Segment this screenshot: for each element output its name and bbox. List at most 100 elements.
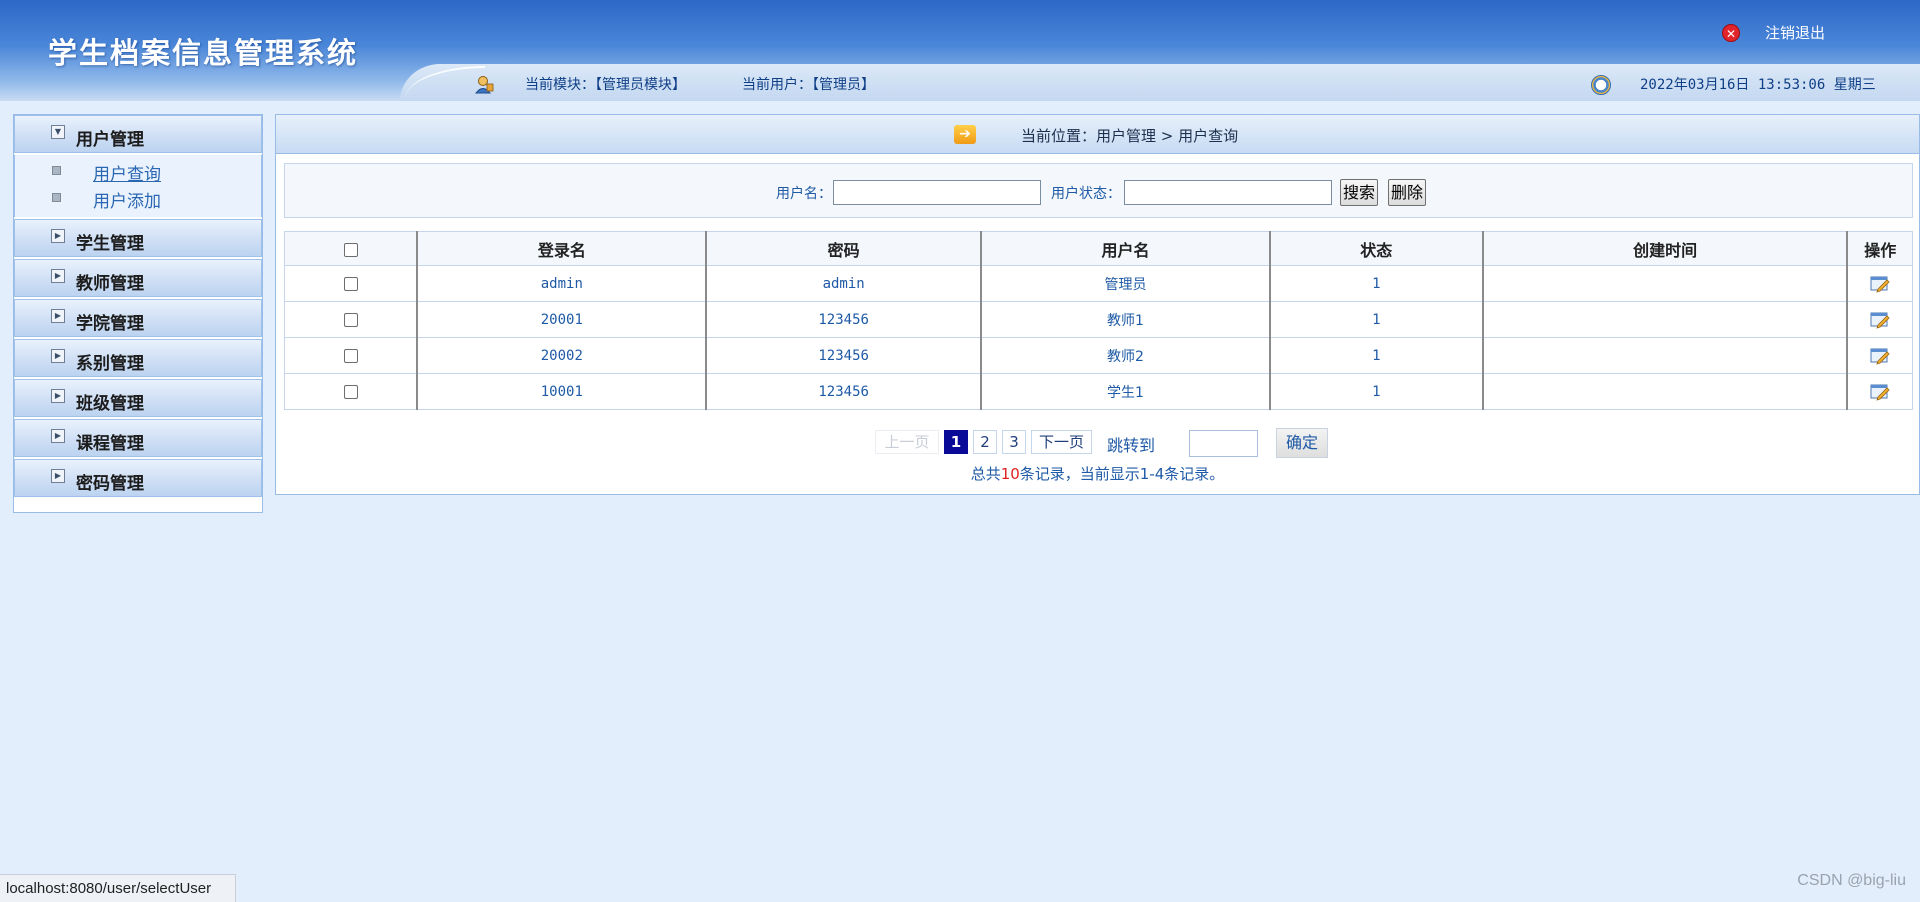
username-cell: 管理员 (980, 265, 1271, 302)
column-header: 用户名 (980, 231, 1271, 266)
status-cell: 1 (1268, 337, 1484, 374)
action-cell (1846, 373, 1914, 410)
column-header: 状态 (1268, 231, 1484, 266)
logout-button[interactable]: ✕ 注销退出 (1722, 22, 1825, 43)
user-status-input[interactable] (1124, 180, 1332, 205)
column-header: 密码 (705, 231, 982, 266)
action-cell (1846, 337, 1914, 374)
username-cell: 学生1 (980, 373, 1271, 410)
current-datetime: 2022年03月16日 13:53:06 星期三 (1640, 77, 1876, 93)
sidebar-group-student[interactable]: ▶ 学生管理 (14, 219, 262, 257)
sidebar-group-label[interactable]: 系别管理 (76, 349, 144, 374)
app-title: 学生档案信息管理系统 (48, 36, 359, 70)
edit-icon[interactable] (1870, 347, 1890, 365)
collapsed-arrow-icon[interactable]: ▶ (51, 309, 65, 323)
edit-icon[interactable] (1870, 311, 1890, 329)
password-cell: 123456 (705, 301, 982, 338)
table-row: admin admin 管理员 1 (284, 265, 1914, 302)
row-select-cell[interactable] (284, 373, 418, 410)
summary-prefix: 总共 (970, 465, 1001, 483)
user-module-icon (474, 76, 494, 94)
login-name-cell: admin (416, 265, 707, 302)
username-cell: 教师2 (980, 337, 1271, 374)
row-select-cell[interactable] (284, 337, 418, 374)
collapsed-arrow-icon[interactable]: ▶ (51, 229, 65, 243)
table-row: 10001 123456 学生1 1 (284, 373, 1914, 410)
login-name-cell: 20002 (416, 337, 707, 374)
sidebar-group-label[interactable]: 用户管理 (76, 125, 144, 150)
status-cell: 1 (1268, 373, 1484, 410)
watermark: CSDN @big-liu (1797, 872, 1906, 889)
sidebar-group-label[interactable]: 教师管理 (76, 269, 144, 294)
created-time-cell (1481, 373, 1848, 410)
row-select-cell[interactable] (284, 301, 418, 338)
collapsed-arrow-icon[interactable]: ▶ (51, 429, 65, 443)
confirm-button[interactable]: 确定 (1276, 428, 1328, 458)
page-button[interactable]: 1 (944, 430, 968, 454)
created-time-cell (1481, 337, 1848, 374)
close-icon[interactable]: ✕ (1722, 23, 1740, 42)
search-button[interactable]: 搜索 (1340, 179, 1379, 206)
row-checkbox[interactable] (343, 276, 358, 291)
row-select-cell[interactable] (284, 265, 418, 302)
current-module: 当前模块：【管理员模块】 (525, 77, 686, 93)
created-time-cell (1481, 265, 1848, 302)
page-button[interactable]: 3 (1002, 430, 1026, 454)
sidebar-group-teacher[interactable]: ▶ 教师管理 (14, 259, 262, 297)
summary-total: 10 (1000, 465, 1020, 483)
sidebar-item-label[interactable]: 用户查询 (93, 160, 161, 185)
sidebar-group-label[interactable]: 课程管理 (76, 429, 144, 454)
bullet-icon (52, 166, 61, 175)
password-cell: 123456 (705, 337, 982, 374)
jump-page-input[interactable] (1189, 430, 1258, 457)
sidebar-item-user-add[interactable]: 用户添加 (15, 185, 261, 212)
sidebar-item-user-query[interactable]: 用户查询 (15, 158, 261, 185)
row-checkbox[interactable] (343, 348, 358, 363)
user-table: 登录名 密码 用户名 状态 创建时间 操作 admin admin 管理员 1 (284, 231, 1914, 410)
edit-icon[interactable] (1870, 275, 1890, 293)
collapsed-arrow-icon[interactable]: ▶ (51, 389, 65, 403)
browser-status-bar: localhost:8080/user/selectUser (0, 874, 236, 902)
sidebar-group-department[interactable]: ▶ 系别管理 (14, 339, 262, 377)
location-bar: ➔ 当前位置：用户管理 > 用户查询 (276, 115, 1919, 154)
expanded-arrow-icon[interactable]: ▼ (51, 125, 65, 139)
sidebar-submenu-user: 用户查询 用户添加 (14, 155, 262, 217)
collapsed-arrow-icon[interactable]: ▶ (51, 469, 65, 483)
sidebar-group-course[interactable]: ▶ 课程管理 (14, 419, 262, 457)
collapsed-arrow-icon[interactable]: ▶ (51, 269, 65, 283)
row-checkbox[interactable] (343, 312, 358, 327)
row-checkbox[interactable] (343, 384, 358, 399)
action-cell (1846, 301, 1914, 338)
username-label: 用户名： (776, 186, 832, 202)
login-name-cell: 10001 (416, 373, 707, 410)
select-all-checkbox[interactable] (343, 242, 358, 257)
table-row: 20002 123456 教师2 1 (284, 337, 1914, 374)
page-button[interactable]: 2 (973, 430, 997, 454)
sidebar-group-password[interactable]: ▶ 密码管理 (14, 459, 262, 497)
sidebar: ▼ 用户管理 用户查询 用户添加 ▶ 学生管理 ▶ 教师管理 ▶ 学院管理 ▶ … (13, 114, 263, 513)
bullet-icon (52, 193, 61, 202)
next-page-button[interactable]: 下一页 (1031, 430, 1092, 454)
breadcrumb: 当前位置：用户管理 > 用户查询 (1021, 127, 1239, 145)
sidebar-group-label[interactable]: 班级管理 (76, 389, 144, 414)
collapsed-arrow-icon[interactable]: ▶ (51, 349, 65, 363)
username-cell: 教师1 (980, 301, 1271, 338)
select-all-header[interactable] (284, 231, 418, 266)
sidebar-group-college[interactable]: ▶ 学院管理 (14, 299, 262, 337)
prev-page-button[interactable]: 上一页 (875, 430, 939, 454)
sidebar-item-label[interactable]: 用户添加 (93, 187, 161, 212)
jump-to-label: 跳转到 (1107, 436, 1156, 455)
table-header-row: 登录名 密码 用户名 状态 创建时间 操作 (284, 231, 1914, 266)
sidebar-group-label[interactable]: 学生管理 (76, 229, 144, 254)
summary-suffix: 条记录，当前显示1-4条记录。 (1019, 465, 1225, 483)
delete-button[interactable]: 删除 (1388, 179, 1427, 206)
edit-icon[interactable] (1870, 383, 1890, 401)
sidebar-group-label[interactable]: 学院管理 (76, 309, 144, 334)
sidebar-group-class[interactable]: ▶ 班级管理 (14, 379, 262, 417)
sidebar-group-label[interactable]: 密码管理 (76, 469, 144, 494)
logout-label[interactable]: 注销退出 (1765, 22, 1825, 43)
app-header: 学生档案信息管理系统 ✕ 注销退出 当前模块：【管理员模块】 当前用户：【管理员… (0, 0, 1920, 101)
username-input[interactable] (833, 180, 1041, 205)
record-summary: 总共10条记录，当前显示1-4条记录。 (276, 463, 1919, 484)
sidebar-group-user[interactable]: ▼ 用户管理 (14, 115, 262, 153)
